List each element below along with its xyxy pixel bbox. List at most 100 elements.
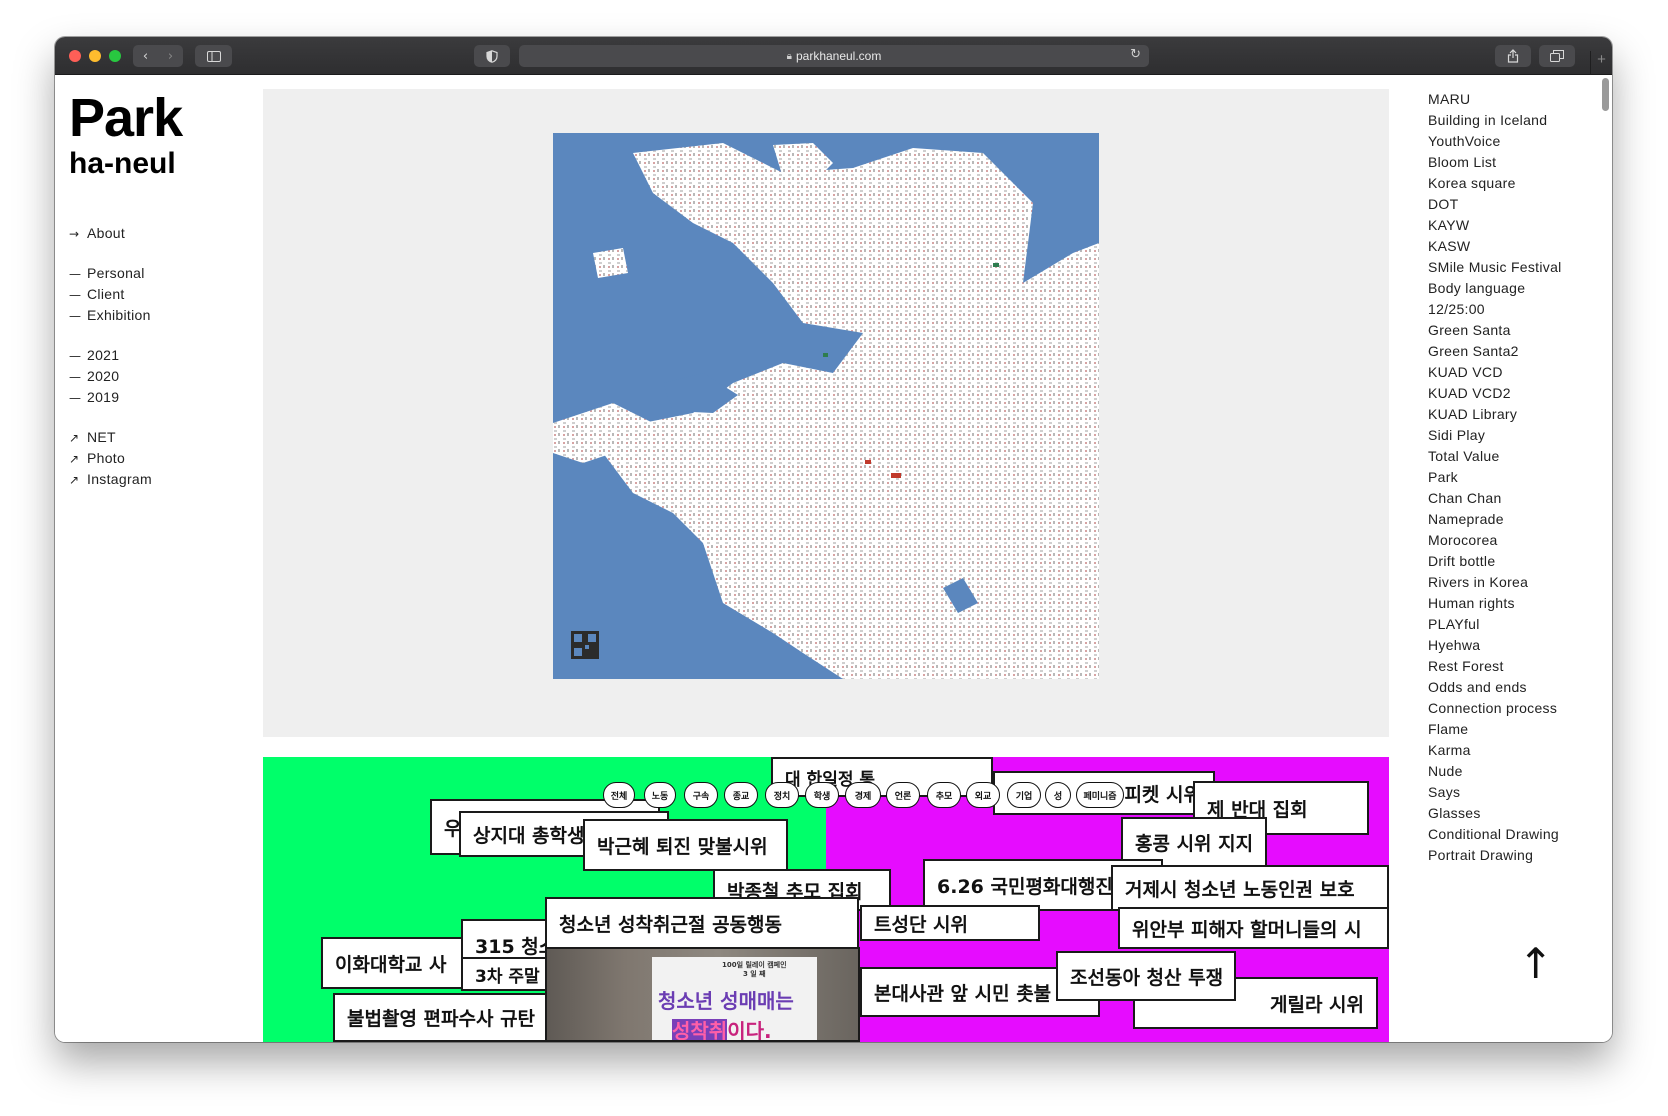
project-link[interactable]: Hyehwa: [1428, 635, 1562, 656]
reload-icon[interactable]: ↻: [1130, 47, 1141, 62]
project-link[interactable]: Conditional Drawing: [1428, 824, 1562, 845]
project-link[interactable]: KAYW: [1428, 215, 1562, 236]
project-link[interactable]: PLAYful: [1428, 614, 1562, 635]
project-link[interactable]: Flame: [1428, 719, 1562, 740]
project-link[interactable]: Rest Forest: [1428, 656, 1562, 677]
sidebar-toggle-button[interactable]: [195, 45, 232, 67]
filter-chip-press[interactable]: 언론: [886, 782, 920, 808]
project-link[interactable]: Karma: [1428, 740, 1562, 761]
desktop: ‹ › 🔒︎ parkhaneul.com ↻ + Park ha-neul →…: [0, 0, 1668, 1116]
project-link[interactable]: Korea square: [1428, 173, 1562, 194]
external-arrow-icon: ↗: [69, 452, 80, 466]
protest-card[interactable]: 조선동아 청산 투쟁: [1056, 951, 1236, 1001]
project-link[interactable]: Connection process: [1428, 698, 1562, 719]
project-link[interactable]: Nameprade: [1428, 509, 1562, 530]
address-bar[interactable]: 🔒︎ parkhaneul.com ↻: [519, 45, 1149, 67]
site-logo[interactable]: Park ha-neul: [69, 91, 183, 181]
project-link[interactable]: MARU: [1428, 89, 1562, 110]
link-instagram[interactable]: ↗ Instagram: [69, 469, 152, 490]
project-link[interactable]: 12/25:00: [1428, 299, 1562, 320]
new-tab-button[interactable]: +: [1590, 51, 1612, 75]
protest-card[interactable]: 박근혜 퇴진 맞불시위: [583, 819, 788, 871]
year-filter-group: — 2021 — 2020 — 2019: [69, 345, 152, 408]
project-link[interactable]: Rivers in Korea: [1428, 572, 1562, 593]
filter-chip-religion[interactable]: 종교: [724, 782, 758, 808]
protest-card[interactable]: 트성단 시위: [860, 905, 1040, 941]
nav-label: Instagram: [87, 471, 152, 487]
project-link[interactable]: Drift bottle: [1428, 551, 1562, 572]
project-link[interactable]: Morocorea: [1428, 530, 1562, 551]
filter-chip-corporate[interactable]: 기업: [1007, 782, 1041, 808]
nav-label: Exhibition: [87, 307, 151, 323]
protest-card[interactable]: 청소년 성착취근절 공동행동: [545, 897, 859, 949]
close-window-button[interactable]: [69, 50, 81, 62]
project-link[interactable]: SMile Music Festival: [1428, 257, 1562, 278]
nav-about[interactable]: → About: [69, 223, 152, 244]
filter-chip-detention[interactable]: 구속: [684, 782, 718, 808]
project-link[interactable]: Green Santa2: [1428, 341, 1562, 362]
project-thumbnail-building-in-iceland[interactable]: [263, 89, 1389, 737]
filter-chip-all[interactable]: 전체: [603, 782, 635, 808]
back-button[interactable]: ‹: [133, 49, 158, 64]
dash-mark: —: [69, 309, 82, 323]
project-link[interactable]: Chan Chan: [1428, 488, 1562, 509]
project-link[interactable]: Park: [1428, 467, 1562, 488]
project-link[interactable]: Body language: [1428, 278, 1562, 299]
project-link[interactable]: Says: [1428, 782, 1562, 803]
project-link[interactable]: DOT: [1428, 194, 1562, 215]
filter-2019[interactable]: — 2019: [69, 387, 152, 408]
filter-chip-politics[interactable]: 정치: [765, 782, 799, 808]
filter-2020[interactable]: — 2020: [69, 366, 152, 387]
filter-chip-economy[interactable]: 경제: [845, 782, 881, 808]
project-link[interactable]: Human rights: [1428, 593, 1562, 614]
project-link[interactable]: Building in Iceland: [1428, 110, 1562, 131]
protest-card[interactable]: 위안부 피해자 할머니들의 시: [1118, 907, 1389, 949]
nav-label: Client: [87, 286, 125, 302]
protest-card[interactable]: 3차 주말: [461, 957, 551, 991]
privacy-report-button[interactable]: [474, 45, 510, 67]
project-link[interactable]: Portrait Drawing: [1428, 845, 1562, 866]
back-to-top-button[interactable]: ↑: [1518, 943, 1553, 985]
project-link[interactable]: Glasses: [1428, 803, 1562, 824]
filter-client[interactable]: — Client: [69, 284, 152, 305]
link-net[interactable]: ↗ NET: [69, 427, 152, 448]
project-link[interactable]: KUAD VCD: [1428, 362, 1562, 383]
browser-toolbar: ‹ › 🔒︎ parkhaneul.com ↻ +: [55, 37, 1612, 75]
tab-overview-button[interactable]: [1539, 45, 1575, 67]
project-link[interactable]: KASW: [1428, 236, 1562, 257]
filter-chip-feminism[interactable]: 페미니즘: [1076, 782, 1124, 808]
filter-2021[interactable]: — 2021: [69, 345, 152, 366]
share-button[interactable]: [1495, 45, 1531, 67]
protest-card[interactable]: 불법촬영 편파수사 규탄: [333, 993, 548, 1042]
project-link[interactable]: Green Santa: [1428, 320, 1562, 341]
browser-window: ‹ › 🔒︎ parkhaneul.com ↻ + Park ha-neul →…: [55, 37, 1612, 1042]
project-link[interactable]: KUAD VCD2: [1428, 383, 1562, 404]
protest-card[interactable]: 이화대학교 사: [321, 937, 471, 989]
filter-exhibition[interactable]: — Exhibition: [69, 305, 152, 326]
project-link[interactable]: YouthVoice: [1428, 131, 1562, 152]
filter-chip-labor[interactable]: 노동: [644, 782, 676, 808]
nav-label: 2020: [87, 368, 120, 384]
project-link[interactable]: Odds and ends: [1428, 677, 1562, 698]
project-link[interactable]: Sidi Play: [1428, 425, 1562, 446]
nav-label: About: [87, 225, 126, 241]
scrollbar-thumb[interactable]: [1602, 78, 1609, 111]
filter-personal[interactable]: — Personal: [69, 263, 152, 284]
protest-card[interactable]: 거제시 청소년 노동인권 보호: [1111, 865, 1389, 911]
filter-chip-students[interactable]: 학생: [805, 782, 839, 808]
forward-button[interactable]: ›: [158, 49, 183, 64]
project-thumbnail-human-rights[interactable]: 대 한일정 통 피켓 시위 제 반대 집회 우 상지대 총학생 박근혜 퇴진 맞…: [263, 757, 1389, 1042]
lock-icon: 🔒︎: [786, 50, 792, 62]
link-photo[interactable]: ↗ Photo: [69, 448, 152, 469]
zoom-window-button[interactable]: [109, 50, 121, 62]
reykjavik-map-image: [553, 133, 1099, 679]
minimize-window-button[interactable]: [89, 50, 101, 62]
project-link[interactable]: Total Value: [1428, 446, 1562, 467]
project-link[interactable]: KUAD Library: [1428, 404, 1562, 425]
filter-chip-diplomacy[interactable]: 외교: [966, 782, 1000, 808]
dash-mark: —: [69, 288, 82, 302]
filter-chip-memorial[interactable]: 추모: [927, 782, 961, 808]
filter-chip-gender[interactable]: 성: [1045, 782, 1071, 808]
project-link[interactable]: Nude: [1428, 761, 1562, 782]
project-link[interactable]: Bloom List: [1428, 152, 1562, 173]
